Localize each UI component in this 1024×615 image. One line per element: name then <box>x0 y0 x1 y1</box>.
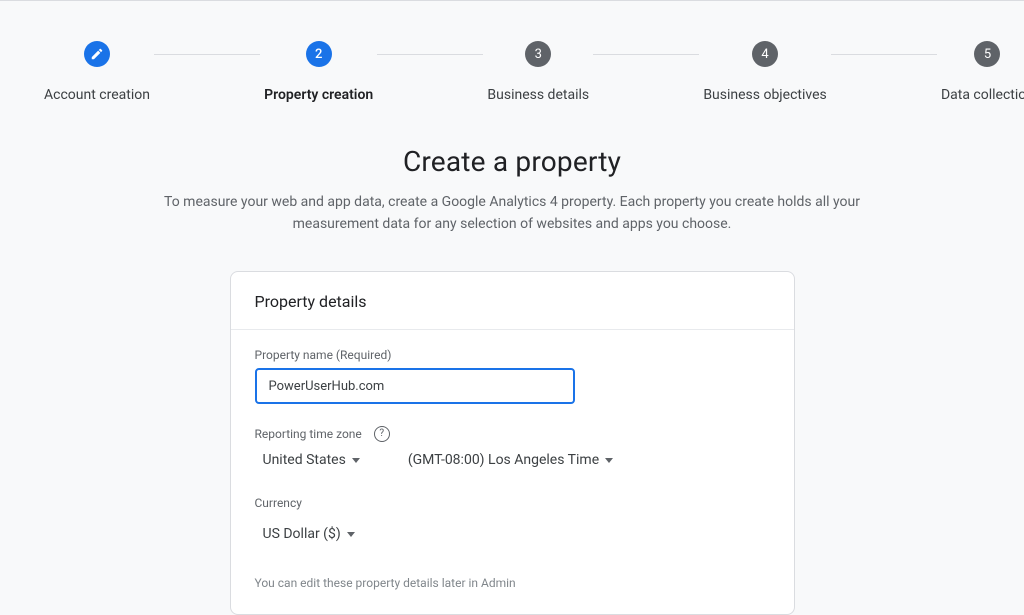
chevron-down-icon <box>352 458 360 463</box>
help-icon[interactable]: ? <box>374 426 390 442</box>
page-subtitle: To measure your web and app data, create… <box>122 192 902 235</box>
edit-icon <box>84 41 110 67</box>
step-number: 2 <box>306 41 332 67</box>
step-label: Business objectives <box>703 87 826 103</box>
timezone-country-dropdown[interactable]: United States <box>255 444 366 476</box>
stepper: Account creation 2 Property creation 3 B… <box>0 0 1024 103</box>
property-details-card: Property details Property name (Required… <box>230 271 795 615</box>
currency-label: Currency <box>255 496 770 510</box>
timezone-label: Reporting time zone <box>255 427 362 441</box>
step-account-creation[interactable]: Account creation <box>44 41 150 103</box>
dropdown-value: United States <box>263 452 346 468</box>
step-number: 3 <box>525 41 551 67</box>
step-number: 5 <box>974 41 1000 67</box>
step-data-collection[interactable]: 5 Data collection <box>941 41 1024 103</box>
step-label: Data collection <box>941 87 1024 103</box>
chevron-down-icon <box>605 458 613 463</box>
dropdown-value: US Dollar ($) <box>263 526 341 542</box>
page-header: Create a property To measure your web an… <box>0 103 1024 235</box>
step-connector <box>831 54 937 55</box>
step-label: Account creation <box>44 87 150 103</box>
timezone-zone-dropdown[interactable]: (GMT-08:00) Los Angeles Time <box>400 444 619 476</box>
step-business-details[interactable]: 3 Business details <box>487 41 589 103</box>
currency-dropdown[interactable]: US Dollar ($) <box>255 518 361 550</box>
dropdown-value: (GMT-08:00) Los Angeles Time <box>408 452 599 468</box>
property-details-hint: You can edit these property details late… <box>255 576 770 590</box>
step-number: 4 <box>752 41 778 67</box>
property-name-label: Property name (Required) <box>255 348 770 362</box>
step-business-objectives[interactable]: 4 Business objectives <box>703 41 826 103</box>
step-label: Business details <box>487 87 589 103</box>
chevron-down-icon <box>347 532 355 537</box>
property-name-input[interactable] <box>255 368 575 404</box>
page-title: Create a property <box>0 145 1024 178</box>
step-connector <box>377 54 483 55</box>
card-title: Property details <box>231 272 794 330</box>
step-label: Property creation <box>264 87 373 103</box>
step-property-creation[interactable]: 2 Property creation <box>264 41 373 103</box>
step-connector <box>593 54 699 55</box>
step-connector <box>154 54 260 55</box>
